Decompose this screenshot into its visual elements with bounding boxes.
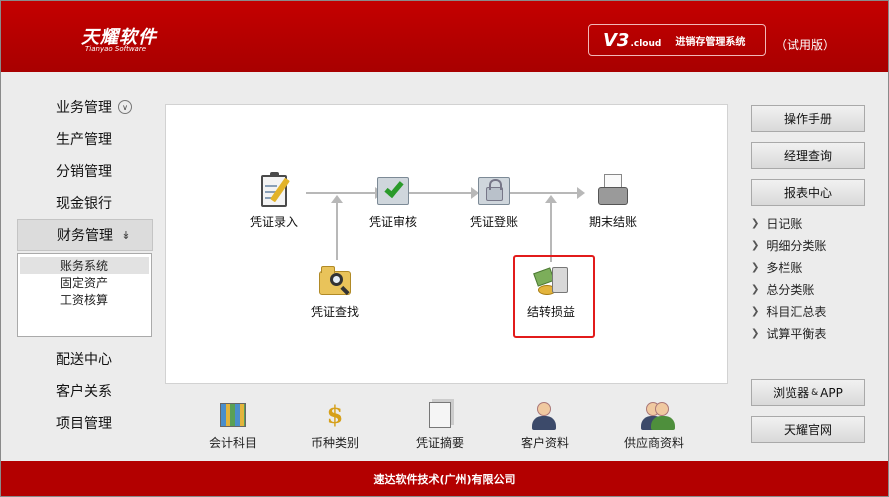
submenu-item-payroll[interactable]: 工资核算 [20, 291, 149, 308]
report-link-label: 明细分类账 [766, 238, 827, 253]
voucher-post-node[interactable]: 凭证登账 [470, 173, 518, 230]
binder-check-icon [374, 173, 412, 209]
nav-item-projects[interactable]: 项目管理 [17, 407, 153, 439]
report-link-account-summary[interactable]: ❯ 科目汇总表 [751, 300, 865, 322]
nav-item-label: 财务管理 [57, 228, 113, 244]
shortcut-chart-of-accounts[interactable]: 会计科目 [209, 399, 257, 451]
folder-search-icon [316, 263, 354, 299]
nav-item-label: 现金银行 [56, 196, 112, 212]
chevron-right-icon: ❯ [751, 217, 760, 229]
nav-item-label: 生产管理 [56, 132, 112, 148]
voucher-search-node[interactable]: 凭证查找 [311, 263, 359, 320]
browser-label: 浏览器 [773, 386, 810, 400]
nav-item-label: 配送中心 [56, 352, 112, 368]
shortcut-suppliers[interactable]: 供应商资料 [624, 399, 684, 451]
node-label: 凭证录入 [250, 215, 299, 229]
nav-item-production[interactable]: 生产管理 [17, 123, 153, 155]
shortcut-label: 会计科目 [209, 436, 258, 450]
report-link-multicolumn[interactable]: ❯ 多栏账 [751, 256, 865, 278]
flow-arrow [408, 187, 479, 199]
nav-item-label: 项目管理 [56, 416, 112, 432]
nav-item-delivery[interactable]: 配送中心 [17, 343, 153, 375]
footer-bar: 速达软件技术(广州)有限公司 [1, 461, 888, 496]
flow-arrow [545, 195, 557, 262]
nav-item-business[interactable]: 业务管理 ∨ [17, 91, 153, 123]
nav-item-finance[interactable]: 财务管理 ↡ [17, 219, 153, 251]
shortcut-customers[interactable]: 客户资料 [521, 399, 569, 451]
nav-item-crm[interactable]: 客户关系 [17, 375, 153, 407]
chevron-right-icon: ❯ [751, 261, 760, 273]
right-panel: 操作手册 经理查询 报表中心 ❯ 日记账 ❯ 明细分类账 ❯ 多栏账 ❯ 总分类账 ❯ 科… [751, 105, 865, 443]
edition-label: （试用版） [775, 38, 836, 52]
chevron-right-icon: ❯ [751, 239, 760, 251]
official-site-button[interactable]: 天耀官网 [751, 416, 865, 443]
chevron-right-icon: ❯ [751, 305, 760, 317]
shortcut-voucher-summary[interactable]: 凭证摘要 [416, 399, 464, 451]
highlight-box [513, 255, 595, 338]
report-center-button[interactable]: 报表中心 [751, 179, 865, 206]
report-link-label: 总分类账 [766, 282, 815, 297]
report-link-ledger-detail[interactable]: ❯ 明细分类账 [751, 234, 865, 256]
period-close-node[interactable]: 期末结账 [589, 173, 637, 230]
report-list: ❯ 日记账 ❯ 明细分类账 ❯ 多栏账 ❯ 总分类账 ❯ 科目汇总表 ❯ 试算平衡表 [751, 212, 865, 344]
flow-arrow [306, 187, 383, 199]
submenu-item-fixed-assets[interactable]: 固定资产 [20, 274, 149, 291]
cash-register-icon [594, 173, 632, 209]
documents-icon [423, 399, 457, 431]
dollar-icon: $ [326, 400, 344, 429]
browser-app-button[interactable]: 浏览器 & APP [751, 379, 865, 406]
amp-label: & [811, 387, 819, 398]
workflow-panel: 凭证录入 凭证审核 凭证登账 期末结账 凭证查找 结转损益 [165, 104, 728, 384]
nav-item-label: 业务管理 [56, 100, 112, 116]
app-label: APP [820, 385, 843, 400]
double-chevron-down-icon[interactable]: ↡ [119, 228, 133, 242]
app-window: 天耀软件 Tianyao Software V3 .cloud 进销存管理系统 … [0, 0, 889, 497]
submenu-item-accounting[interactable]: 账务系统 [20, 257, 149, 274]
manager-query-button[interactable]: 经理查询 [751, 142, 865, 169]
voucher-entry-node[interactable]: 凭证录入 [250, 172, 299, 230]
report-link-general-ledger[interactable]: ❯ 总分类账 [751, 278, 865, 300]
version-badge: V3 .cloud 进销存管理系统 [588, 24, 766, 56]
report-link-label: 科目汇总表 [766, 304, 827, 319]
node-label: 凭证登账 [470, 215, 519, 229]
report-link-trial-balance[interactable]: ❯ 试算平衡表 [751, 322, 865, 344]
report-link-label: 日记账 [766, 216, 803, 231]
clipboard-pencil-icon [255, 172, 293, 209]
header-bar: 天耀软件 Tianyao Software V3 .cloud 进销存管理系统 … [1, 1, 888, 72]
version-main: V3 [603, 29, 630, 51]
nav-item-distribution[interactable]: 分销管理 [17, 155, 153, 187]
books-icon [216, 399, 250, 431]
report-link-journal[interactable]: ❯ 日记账 [751, 212, 865, 234]
version-suffix: .cloud [630, 39, 662, 49]
report-link-label: 试算平衡表 [766, 326, 827, 341]
nav-item-label: 分销管理 [56, 164, 112, 180]
manual-button[interactable]: 操作手册 [751, 105, 865, 132]
chevron-right-icon: ❯ [751, 327, 760, 339]
logo-subtitle: Tianyao Software [85, 45, 147, 53]
node-label: 期末结账 [589, 215, 638, 229]
company-name: 速达软件技术(广州)有限公司 [373, 472, 516, 486]
shortcut-currency[interactable]: $ 币种类别 [311, 399, 359, 451]
nav-item-label: 客户关系 [56, 384, 112, 400]
system-name: 进销存管理系统 [675, 36, 746, 48]
shortcut-label: 凭证摘要 [416, 436, 465, 450]
people-icon [637, 399, 675, 431]
shortcut-label: 币种类别 [311, 436, 360, 450]
chevron-right-icon: ❯ [751, 283, 760, 295]
node-label: 凭证审核 [369, 215, 418, 229]
person-icon [528, 399, 562, 431]
nav-item-cash-bank[interactable]: 现金银行 [17, 187, 153, 219]
node-label: 凭证查找 [311, 305, 360, 319]
finance-submenu: 账务系统 固定资产 工资核算 [17, 253, 152, 337]
lock-folder-icon [475, 173, 513, 209]
left-nav: 业务管理 ∨ 生产管理 分销管理 现金银行 财务管理 ↡ 账务系统 固定资产 工… [17, 91, 153, 439]
report-link-label: 多栏账 [766, 260, 803, 275]
shortcut-label: 供应商资料 [624, 436, 685, 450]
shortcut-label: 客户资料 [521, 436, 570, 450]
flow-arrow [331, 195, 343, 260]
chevron-down-icon[interactable]: ∨ [118, 100, 132, 114]
voucher-review-node[interactable]: 凭证审核 [369, 173, 417, 230]
